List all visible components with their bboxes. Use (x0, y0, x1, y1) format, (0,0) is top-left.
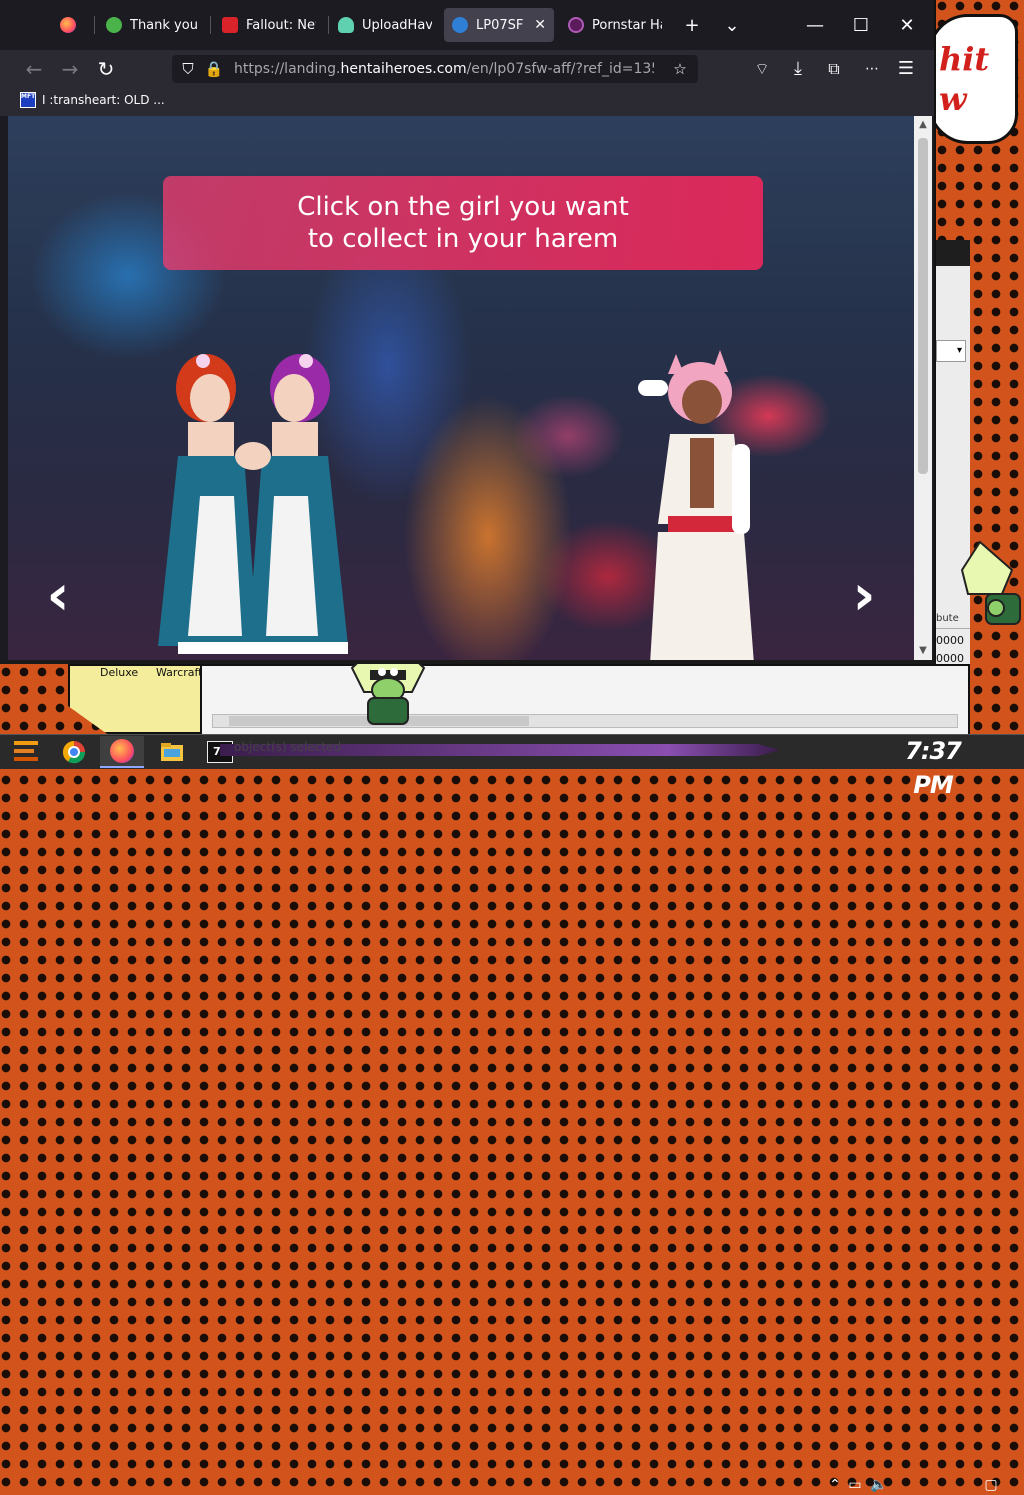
url-text[interactable]: https://landing.hentaiheroes.com/en/lp07… (234, 55, 654, 83)
shield-icon[interactable]: ⛉ (178, 59, 198, 79)
back-button[interactable]: ← (18, 53, 50, 85)
banner-line-2: to collect in your harem (307, 224, 619, 254)
tab-pornstar[interactable]: Pornstar Har (560, 8, 670, 42)
forward-button[interactable]: → (54, 53, 86, 85)
lock-icon[interactable]: 🔒 (204, 59, 224, 79)
extensions-icon[interactable]: ⧉ (818, 53, 850, 85)
new-tab-button[interactable]: + (672, 10, 712, 42)
overflow-icon[interactable]: ⋯ (856, 53, 888, 85)
start-button[interactable] (4, 736, 48, 768)
scroll-down-icon[interactable]: ▼ (914, 642, 932, 660)
taskbar-explorer[interactable] (150, 736, 194, 768)
volume-icon[interactable]: 🔈 (870, 1475, 888, 1495)
tab-list-button[interactable]: ⌄ (712, 10, 752, 42)
speech-bubble-text: hit w (939, 40, 990, 118)
desktop-icon-label-warcraft[interactable]: Warcraft (156, 666, 203, 679)
tab-strip: Thank you fo Fallout: New UploadHaver LP… (0, 0, 934, 50)
tray-chevron-icon[interactable]: ⌃ (826, 1475, 844, 1495)
navigation-toolbar: ← → ↻ ⛉ 🔒 https://landing.hentaiheroes.c… (0, 50, 934, 88)
pocket-icon[interactable]: ⌔ (746, 53, 778, 85)
reload-button[interactable]: ↻ (90, 53, 122, 85)
background-window-titlebar[interactable] (936, 240, 970, 266)
folder-icon (161, 743, 183, 761)
utorrent-icon (106, 17, 122, 33)
maximize-button[interactable]: ☐ (838, 4, 884, 48)
minimize-button[interactable]: — (792, 4, 838, 48)
bookmarks-toolbar: MFT I :transheart: OLD ... (0, 88, 934, 116)
banner-line-1: Click on the girl you want (297, 192, 629, 222)
background-window[interactable]: ▾ bute 0000 0000 0000 0000 (934, 240, 970, 730)
next-arrow[interactable]: › (844, 566, 884, 626)
instruction-banner: Click on the girl you want to collect in… (163, 176, 763, 270)
close-tab-icon[interactable]: ✕ (534, 17, 546, 33)
tab-firefox[interactable] (52, 8, 92, 42)
tab-thank-you[interactable]: Thank you fo (98, 8, 206, 42)
tab-label: Pornstar Har (592, 17, 662, 33)
scroll-thumb[interactable] (918, 138, 928, 474)
address-bar[interactable]: ⛉ 🔒 https://landing.hentaiheroes.com/en/… (172, 55, 698, 83)
taskbar-firefox[interactable] (100, 736, 144, 768)
bookmark-label: I :transheart: OLD ... (42, 93, 165, 107)
firefox-icon (110, 739, 134, 763)
scroll-up-icon[interactable]: ▲ (914, 116, 932, 134)
close-window-button[interactable]: ✕ (884, 4, 930, 48)
character-cat-girl[interactable] (628, 344, 768, 660)
explorer-window[interactable] (200, 664, 970, 736)
desktop-icon-label-deluxe[interactable]: Deluxe (100, 666, 138, 679)
url-path: /en/lp07sfw-aff/?ref_id=13584 (466, 61, 654, 77)
bookmark-favicon: MFT (20, 92, 36, 108)
tab-lp07sfw[interactable]: LP07SFW ✕ (444, 8, 554, 42)
firefox-icon (60, 17, 76, 33)
cloud-icon (338, 17, 354, 33)
horizontal-scrollbar[interactable] (212, 714, 958, 728)
start-icon (14, 741, 38, 761)
status-text: object(s) selected (234, 740, 342, 754)
taskbar-clock[interactable]: 7:37 PM (898, 734, 968, 799)
chrome-icon (62, 741, 86, 764)
tab-label: Fallout: New (246, 17, 316, 33)
tab-fallout[interactable]: Fallout: New (214, 8, 324, 42)
bookmark-item[interactable]: MFT I :transheart: OLD ... (20, 92, 165, 108)
tab-uploadhaven[interactable]: UploadHaver (330, 8, 440, 42)
notifications-icon[interactable]: ▢ (982, 1475, 1000, 1495)
url-prefix: https://landing. (234, 61, 341, 77)
character-twin-maids[interactable] (148, 346, 358, 660)
peridot-mascot-right[interactable] (960, 540, 1024, 630)
value-cell: 0000 (936, 634, 964, 647)
tab-label: UploadHaver (362, 17, 432, 33)
banner-text: Click on the girl you want to collect in… (253, 191, 673, 255)
speech-bubble: hit w (928, 14, 1018, 144)
bookmark-star-icon[interactable]: ☆ (670, 59, 690, 79)
browser-window[interactable]: Thank you fo Fallout: New UploadHaver LP… (0, 0, 936, 664)
page-content: Click on the girl you want to collect in… (8, 116, 914, 660)
game-icon (222, 17, 238, 33)
background-window-dropdown[interactable]: ▾ (936, 340, 966, 362)
page-scrollbar[interactable]: ▲ ▼ (914, 116, 932, 660)
menu-icon[interactable]: ☰ (890, 53, 922, 85)
game-icon (568, 17, 584, 33)
url-domain: hentaiheroes.com (340, 61, 467, 77)
previous-arrow[interactable]: ‹ (38, 566, 78, 626)
network-icon[interactable]: ▭ (846, 1475, 864, 1495)
globe-icon (452, 17, 468, 33)
tab-label: LP07SFW (476, 17, 524, 33)
taskbar-chrome[interactable] (52, 736, 96, 768)
tab-label: Thank you fo (130, 17, 198, 33)
downloads-icon[interactable]: ⤓ (782, 53, 814, 85)
